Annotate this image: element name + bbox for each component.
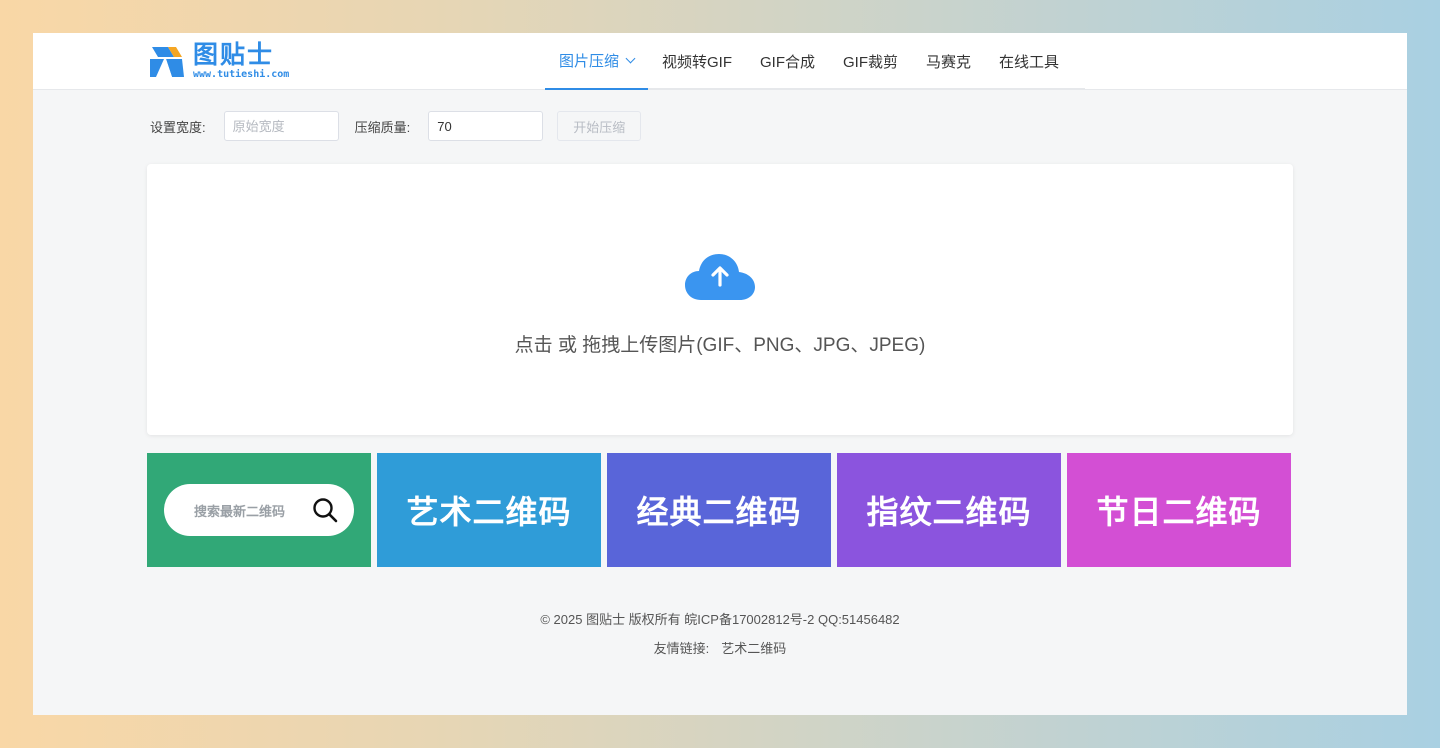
- tile-art-qr[interactable]: 艺术二维码: [377, 453, 601, 567]
- nav-item-video-to-gif[interactable]: 视频转GIF: [648, 33, 746, 90]
- logo-name: 图贴士: [193, 40, 275, 69]
- main-nav: 图片压缩 视频转GIF GIF合成 GIF裁剪 马赛克 在线工具: [545, 33, 1073, 90]
- nav-item-image-compress[interactable]: 图片压缩: [545, 33, 649, 90]
- quality-input[interactable]: [428, 111, 544, 141]
- width-label: 设置宽度:: [150, 119, 206, 135]
- footer-links: 友情链接: 艺术二维码: [33, 639, 1407, 659]
- site-footer: © 2025 图贴士 版权所有 皖ICP备17002812号-2 QQ:5145…: [33, 610, 1407, 659]
- footer-link-art-qr[interactable]: 艺术二维码: [721, 641, 786, 656]
- tile-holiday-qr[interactable]: 节日二维码: [1067, 453, 1291, 567]
- tile-search-qr: 搜索最新二维码: [147, 453, 371, 567]
- cloud-upload-icon: [685, 254, 755, 300]
- nav-item-label: 在线工具: [999, 54, 1060, 71]
- nav-item-gif-compose[interactable]: GIF合成: [746, 33, 829, 90]
- logo-icon: [150, 47, 184, 77]
- nav-item-gif-crop[interactable]: GIF裁剪: [829, 33, 912, 90]
- search-icon[interactable]: [312, 497, 338, 523]
- nav-item-label: 图片压缩: [559, 53, 620, 70]
- start-compress-button[interactable]: 开始压缩: [557, 111, 642, 141]
- site-logo[interactable]: 图贴士 www.tutieshi.com: [150, 40, 289, 82]
- upload-hint: 点击 或 拖拽上传图片(GIF、PNG、JPG、JPEG): [514, 335, 926, 356]
- qr-tiles: 搜索最新二维码 艺术二维码 经典二维码 指纹二维码 节日二维码: [147, 453, 1291, 567]
- nav-item-label: GIF合成: [760, 54, 816, 71]
- width-input[interactable]: [223, 111, 339, 141]
- chevron-down-icon: [625, 53, 636, 64]
- nav-item-label: 视频转GIF: [662, 54, 733, 71]
- quality-label: 压缩质量:: [354, 119, 411, 135]
- qr-search-box[interactable]: 搜索最新二维码: [164, 484, 354, 536]
- browser-window: 图贴士 www.tutieshi.com 图片压缩 视频转GIF GIF合成 G…: [33, 33, 1407, 715]
- compress-settings: 设置宽度: 压缩质量: 开始压缩: [150, 110, 642, 142]
- site-header: 图贴士 www.tutieshi.com 图片压缩 视频转GIF GIF合成 G…: [33, 33, 1407, 90]
- upload-dropzone[interactable]: 点击 或 拖拽上传图片(GIF、PNG、JPG、JPEG): [147, 164, 1293, 435]
- qr-search-placeholder: 搜索最新二维码: [194, 503, 286, 519]
- footer-copyright: © 2025 图贴士 版权所有 皖ICP备17002812号-2 QQ:5145…: [540, 612, 900, 627]
- nav-item-label: 马赛克: [926, 54, 972, 71]
- tile-fingerprint-qr[interactable]: 指纹二维码: [837, 453, 1061, 567]
- nav-item-label: GIF裁剪: [843, 54, 899, 71]
- nav-item-mosaic[interactable]: 马赛克: [912, 33, 985, 90]
- logo-url: www.tutieshi.com: [193, 68, 290, 80]
- footer-links-label: 友情链接:: [653, 641, 710, 656]
- nav-item-online-tools[interactable]: 在线工具: [985, 33, 1073, 90]
- tile-classic-qr[interactable]: 经典二维码: [607, 453, 831, 567]
